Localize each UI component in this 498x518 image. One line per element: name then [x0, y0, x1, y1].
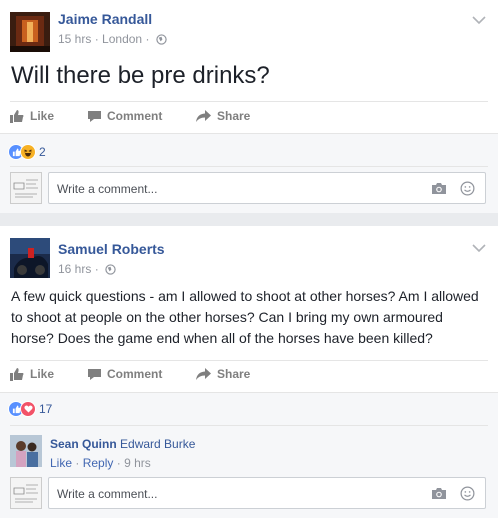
comment-placeholder: Write a comment... [57, 487, 158, 501]
reply-author[interactable]: Sean Quinn [50, 437, 117, 451]
post-text: A few quick questions - am I allowed to … [11, 288, 479, 346]
comment-icon [88, 110, 101, 122]
reply-dot: · [116, 456, 121, 470]
comment-button[interactable]: Comment [88, 109, 162, 123]
love-reaction-icon [20, 401, 36, 417]
reactions-summary[interactable]: 2 [8, 144, 46, 160]
reactions-summary[interactable]: 17 [8, 401, 52, 417]
reply-actions: Like · Reply · 9 hrs [50, 456, 151, 470]
reply-header: Sean Quinn Edward Burke [50, 437, 195, 451]
camera-icon[interactable] [431, 487, 447, 505]
post-meta: 15 hrs · London · [58, 32, 167, 48]
meta-separator: · [145, 32, 150, 46]
current-user-avatar [10, 477, 42, 509]
comment-input[interactable]: Write a comment... [48, 477, 486, 509]
comment-label: Comment [107, 109, 163, 123]
divider [10, 101, 488, 102]
reply-like-link[interactable]: Like [50, 456, 72, 470]
reaction-count: 17 [39, 402, 53, 416]
globe-icon[interactable] [156, 34, 167, 48]
comment-label: Comment [107, 367, 163, 381]
post-time[interactable]: 15 hrs [58, 32, 91, 46]
emoji-icon[interactable] [460, 486, 475, 506]
reply-tagged-user[interactable]: Edward Burke [120, 437, 195, 451]
comment-button[interactable]: Comment [88, 367, 162, 381]
meta-separator: · [94, 262, 99, 276]
share-label: Share [217, 109, 251, 123]
like-button[interactable]: Like [10, 109, 54, 123]
share-label: Share [217, 367, 251, 381]
reply-reply-link[interactable]: Reply [83, 456, 114, 470]
like-button[interactable]: Like [10, 367, 54, 381]
reply-avatar[interactable] [10, 435, 42, 467]
camera-icon[interactable] [431, 182, 447, 200]
avatar[interactable] [10, 238, 50, 278]
emoji-icon[interactable] [460, 181, 475, 201]
thumbs-up-icon [10, 110, 24, 123]
like-label: Like [30, 109, 55, 123]
comment-input[interactable]: Write a comment... [48, 172, 486, 204]
globe-icon[interactable] [105, 264, 116, 278]
divider [10, 166, 488, 167]
haha-reaction-icon [20, 144, 36, 160]
author-name[interactable]: Jaime Randall [58, 11, 152, 27]
avatar[interactable] [10, 12, 50, 52]
divider [10, 360, 488, 361]
reply-dot: · [75, 456, 80, 470]
comment-placeholder: Write a comment... [57, 182, 158, 196]
reply-time[interactable]: 9 hrs [124, 456, 151, 470]
chevron-down-icon[interactable] [472, 12, 486, 25]
post-card-jaime: Jaime Randall 15 hrs · London · Will the… [0, 0, 498, 213]
reaction-count: 2 [39, 145, 46, 159]
post-text: Will there be pre drinks? [11, 62, 270, 89]
share-button[interactable]: Share [196, 109, 250, 123]
post-time[interactable]: 16 hrs [58, 262, 91, 276]
comment-icon [88, 368, 101, 380]
share-arrow-icon [196, 368, 211, 380]
chevron-down-icon[interactable] [472, 240, 486, 253]
thumbs-up-icon [10, 368, 24, 381]
share-arrow-icon [196, 110, 211, 122]
share-button[interactable]: Share [196, 367, 250, 381]
meta-separator: · [94, 32, 99, 46]
post-meta: 16 hrs · [58, 262, 116, 278]
current-user-avatar [10, 172, 42, 204]
author-name[interactable]: Samuel Roberts [58, 241, 165, 257]
post-location[interactable]: London [102, 32, 142, 46]
like-label: Like [30, 367, 55, 381]
divider [10, 425, 488, 426]
post-card-samuel: Samuel Roberts 16 hrs · A few quick ques… [0, 226, 498, 518]
